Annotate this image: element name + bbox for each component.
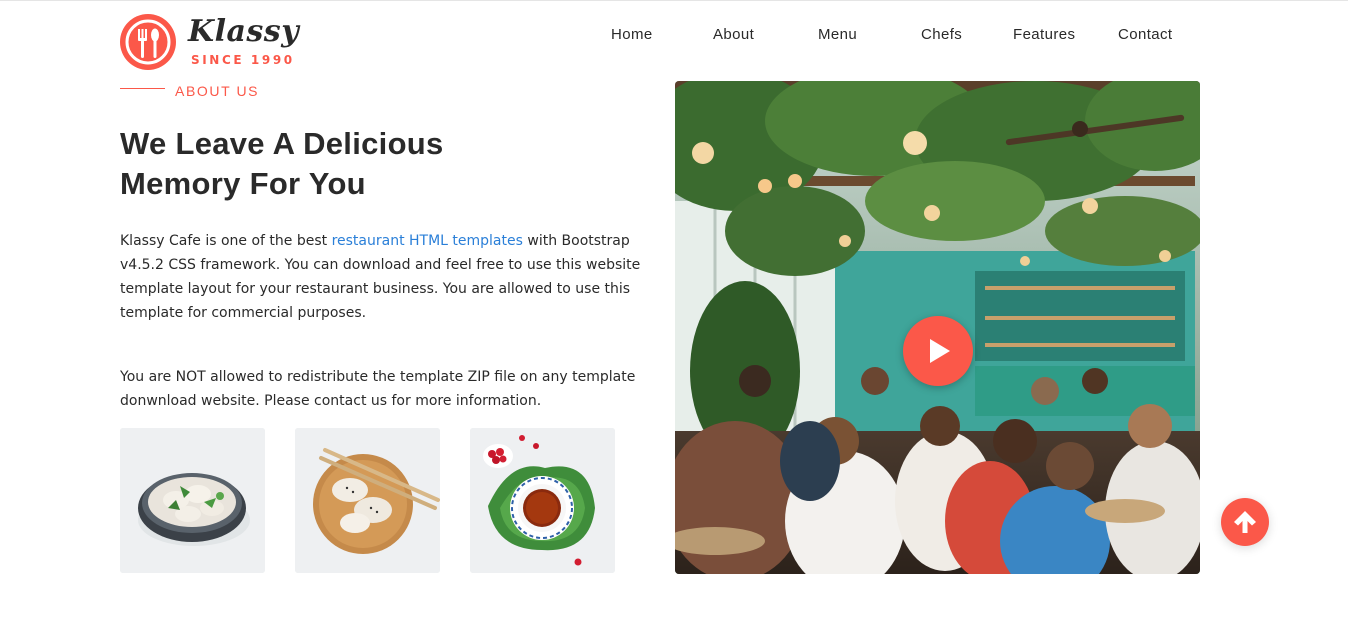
eyebrow-label: ABOUT US	[175, 83, 260, 99]
thumbnail-tea-cup[interactable]	[470, 428, 615, 573]
para1-text-start: Klassy Cafe is one of the best	[120, 233, 332, 249]
templates-link[interactable]: restaurant HTML templates	[332, 233, 523, 249]
nav-contact[interactable]: Contact	[1118, 26, 1173, 43]
nav-menu[interactable]: Menu	[818, 26, 857, 43]
nav-features[interactable]: Features	[1013, 26, 1075, 43]
nav-home[interactable]: Home	[611, 26, 653, 43]
arrow-up-icon	[1234, 511, 1256, 533]
back-to-top-button[interactable]	[1221, 498, 1269, 546]
title-line-1: We Leave A Delicious	[120, 126, 444, 161]
play-button[interactable]	[903, 316, 973, 386]
about-paragraph-2: You are NOT allowed to redistribute the …	[120, 369, 636, 409]
nav-chefs[interactable]: Chefs	[921, 26, 962, 43]
site-logo[interactable]: Klassy SINCE 1990	[120, 14, 300, 72]
fork-and-spoon-icon	[120, 14, 176, 70]
eyebrow-divider	[120, 88, 165, 89]
main-nav: Home About Menu Chefs Features Contact	[600, 26, 1200, 46]
title-line-2: Memory For You	[120, 166, 366, 201]
nav-about[interactable]: About	[713, 26, 754, 43]
section-title: We Leave A Delicious Memory For You	[120, 124, 540, 204]
brand-since: SINCE 1990	[191, 53, 295, 67]
top-border	[0, 0, 1348, 1]
restaurant-video-thumbnail[interactable]	[675, 81, 1200, 574]
play-icon	[930, 339, 950, 363]
about-paragraph-1: Klassy Cafe is one of the best restauran…	[120, 229, 650, 325]
thumbnail-dumplings-plate[interactable]	[295, 428, 440, 573]
brand-name: Klassy	[188, 14, 300, 49]
thumbnail-dumplings-bowl[interactable]	[120, 428, 265, 573]
